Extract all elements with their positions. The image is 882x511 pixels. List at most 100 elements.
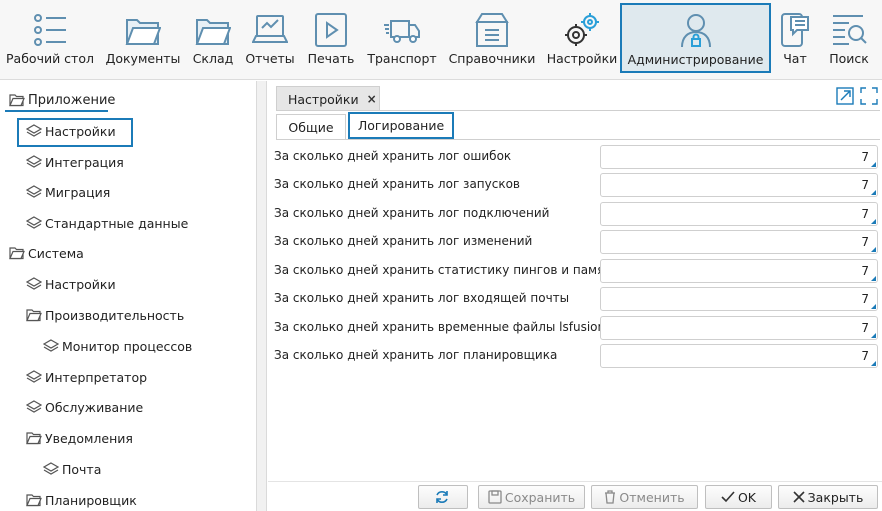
toolbar-administration[interactable]: Администрирование bbox=[620, 3, 771, 73]
change-log-days-input[interactable]: 7 bbox=[600, 230, 878, 254]
toolbar-documents-label: Документы bbox=[105, 51, 181, 66]
toolbar-documents[interactable]: Документы bbox=[104, 0, 182, 80]
close-button[interactable]: Закрыть bbox=[778, 485, 878, 509]
toolbar-settings-label: Настройки bbox=[546, 51, 618, 66]
edit-corner-icon bbox=[871, 219, 876, 224]
connection-log-days-input[interactable]: 7 bbox=[600, 202, 878, 226]
field-row-connection-log: За сколько дней хранить лог подключений … bbox=[274, 202, 880, 226]
toolbar-warehouse-label: Склад bbox=[192, 51, 234, 66]
open-external-icon[interactable] bbox=[836, 87, 854, 109]
edit-corner-icon bbox=[871, 304, 876, 309]
laptop-chart-icon bbox=[250, 10, 290, 50]
close-tab-icon[interactable]: × bbox=[367, 92, 377, 106]
ping-stats-days-input[interactable]: 7 bbox=[600, 259, 878, 283]
user-lock-icon bbox=[676, 11, 716, 51]
tree-item-app-settings[interactable]: Настройки bbox=[25, 120, 116, 142]
field-row-error-log: За сколько дней хранить лог ошибок 7 bbox=[274, 145, 880, 169]
field-row-ping-stats: За сколько дней хранить статистику пинго… bbox=[274, 259, 880, 283]
toolbar-transport[interactable]: Транспорт bbox=[366, 0, 438, 80]
box-icon bbox=[472, 10, 512, 50]
toolbar-settings[interactable]: Настройки bbox=[546, 0, 618, 80]
layers-icon bbox=[25, 123, 43, 139]
save-button-label: Сохранить bbox=[504, 489, 576, 505]
gears-icon bbox=[562, 10, 602, 50]
toolbar-desktop-label: Рабочий стол bbox=[6, 51, 94, 66]
toolbar-reports-label: Отчеты bbox=[245, 51, 295, 66]
field-label: За сколько дней хранить лог ошибок bbox=[274, 149, 512, 163]
layers-icon bbox=[25, 399, 43, 415]
layers-icon bbox=[25, 215, 43, 231]
scheduler-log-days-input[interactable]: 7 bbox=[600, 344, 878, 368]
field-value: 7 bbox=[861, 207, 869, 221]
tree-item-scheduler[interactable]: Планировщик bbox=[25, 489, 137, 511]
tree-item-label: Планировщик bbox=[45, 492, 137, 508]
field-label: За сколько дней хранить лог планировщика bbox=[274, 348, 558, 362]
navigation-tree: Приложение Настройки Интеграция Миграция… bbox=[0, 81, 257, 511]
field-row-temp-files: За сколько дней хранить временные файлы … bbox=[274, 316, 880, 340]
tree-item-label: Приложение bbox=[28, 92, 116, 108]
ok-button[interactable]: OK bbox=[705, 485, 772, 509]
edit-corner-icon bbox=[871, 247, 876, 252]
tree-item-label: Настройки bbox=[45, 123, 116, 139]
save-button[interactable]: Сохранить bbox=[478, 485, 585, 509]
temp-files-days-input[interactable]: 7 bbox=[600, 316, 878, 340]
cancel-button[interactable]: Отменить bbox=[591, 485, 698, 509]
check-icon bbox=[721, 491, 735, 503]
error-log-days-input[interactable]: 7 bbox=[600, 145, 878, 169]
tree-item-notifications[interactable]: Уведомления bbox=[25, 427, 133, 449]
layers-icon bbox=[25, 184, 43, 200]
toolbar-search[interactable]: Поиск bbox=[826, 0, 872, 80]
tree-item-process-monitor[interactable]: Монитор процессов bbox=[42, 335, 192, 357]
doc-tab-settings[interactable]: Настройки × bbox=[276, 86, 380, 111]
field-label: За сколько дней хранить лог входящей поч… bbox=[274, 291, 570, 305]
close-button-label: Закрыть bbox=[807, 489, 864, 505]
toolbar-references-label: Справочники bbox=[448, 51, 536, 66]
close-icon bbox=[793, 491, 805, 503]
field-value: 7 bbox=[861, 150, 869, 164]
edit-corner-icon bbox=[871, 333, 876, 338]
tab-general[interactable]: Общие bbox=[276, 114, 346, 140]
tree-item-label: Настройки bbox=[45, 276, 116, 292]
field-value: 7 bbox=[861, 349, 869, 363]
layers-icon bbox=[42, 338, 60, 354]
toolbar-chat[interactable]: Чат bbox=[776, 0, 814, 80]
tree-item-interpreter[interactable]: Интерпретатор bbox=[25, 366, 147, 388]
tree-item-label: Монитор процессов bbox=[62, 338, 193, 354]
edit-corner-icon bbox=[871, 162, 876, 167]
tree-item-label: Производительность bbox=[45, 307, 185, 323]
tree-item-integration[interactable]: Интеграция bbox=[25, 151, 124, 173]
incoming-mail-log-days-input[interactable]: 7 bbox=[600, 287, 878, 311]
tree-item-system[interactable]: Система bbox=[8, 242, 84, 264]
toolbar-transport-label: Транспорт bbox=[367, 51, 437, 66]
tree-item-migration[interactable]: Миграция bbox=[25, 181, 110, 203]
play-document-icon bbox=[311, 10, 351, 50]
tab-logging[interactable]: Логирование bbox=[348, 112, 454, 139]
tree-item-label: Почта bbox=[62, 461, 102, 477]
toolbar-chat-label: Чат bbox=[783, 51, 807, 66]
tree-item-system-settings[interactable]: Настройки bbox=[25, 273, 116, 295]
tree-item-mail[interactable]: Почта bbox=[42, 458, 101, 480]
folder-open-icon bbox=[25, 430, 43, 446]
maximize-icon[interactable] bbox=[860, 87, 878, 109]
toolbar-reports[interactable]: Отчеты bbox=[244, 0, 296, 80]
tree-item-standard-data[interactable]: Стандартные данные bbox=[25, 212, 188, 234]
panel-splitter[interactable] bbox=[257, 81, 267, 511]
tree-item-maintenance[interactable]: Обслуживание bbox=[25, 396, 143, 418]
search-list-icon bbox=[829, 10, 869, 50]
launch-log-days-input[interactable]: 7 bbox=[600, 173, 878, 197]
toolbar-print[interactable]: Печать bbox=[304, 0, 358, 80]
layers-icon bbox=[42, 461, 60, 477]
doc-tab-label: Настройки bbox=[288, 91, 359, 107]
toolbar-desktop[interactable]: Рабочий стол bbox=[4, 0, 96, 80]
field-value: 7 bbox=[861, 264, 869, 278]
toolbar-warehouse[interactable]: Склад bbox=[190, 0, 236, 80]
toolbar-search-label: Поиск bbox=[829, 51, 869, 66]
refresh-button[interactable] bbox=[418, 485, 468, 509]
field-row-change-log: За сколько дней хранить лог изменений 7 bbox=[274, 230, 880, 254]
toolbar-references[interactable]: Справочники bbox=[446, 0, 538, 80]
tree-item-label: Обслуживание bbox=[45, 399, 144, 415]
tree-item-performance[interactable]: Производительность bbox=[25, 304, 184, 326]
tree-item-label: Интерпретатор bbox=[45, 369, 148, 385]
trash-icon bbox=[604, 490, 616, 504]
tree-item-application[interactable]: Приложение bbox=[8, 89, 115, 111]
